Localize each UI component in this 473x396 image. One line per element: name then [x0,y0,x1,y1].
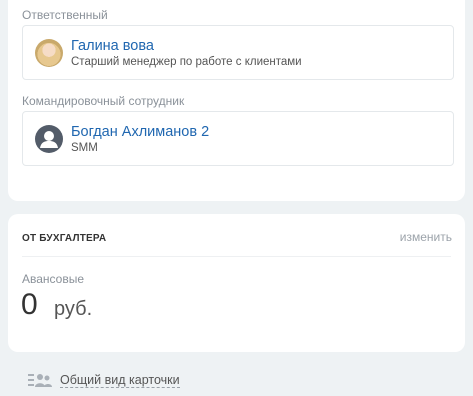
general-card-view-link[interactable]: Общий вид карточки [28,371,180,389]
business-trip-person[interactable]: Богдан Ахлиманов 2 SMM [22,111,454,166]
user-default-icon [35,125,63,153]
general-card-view-label[interactable]: Общий вид карточки [60,373,180,388]
business-trip-label: Командировочный сотрудник [22,94,185,108]
participants-card: Ответственный Галина вова Старший менедж… [8,0,465,201]
advance-label: Авансовые [22,272,85,286]
responsible-name[interactable]: Галина вова [71,38,154,54]
business-trip-role: SMM [71,142,98,154]
accountant-title: ОТ БУХГАЛТЕРА [22,233,107,244]
user-photo-icon [35,39,63,67]
divider [22,256,451,257]
advance-currency: руб. [54,298,93,320]
advance-amount: 0 [21,288,38,321]
responsible-label: Ответственный [22,8,108,22]
accountant-card: ОТ БУХГАЛТЕРА изменить Авансовые 0 руб. [8,214,465,352]
edit-link[interactable]: изменить [400,230,452,244]
users-list-icon [28,374,52,387]
responsible-role: Старший менеджер по работе с клиентами [71,56,302,68]
business-trip-name[interactable]: Богдан Ахлиманов 2 [71,124,209,140]
responsible-person[interactable]: Галина вова Старший менеджер по работе с… [22,25,454,80]
